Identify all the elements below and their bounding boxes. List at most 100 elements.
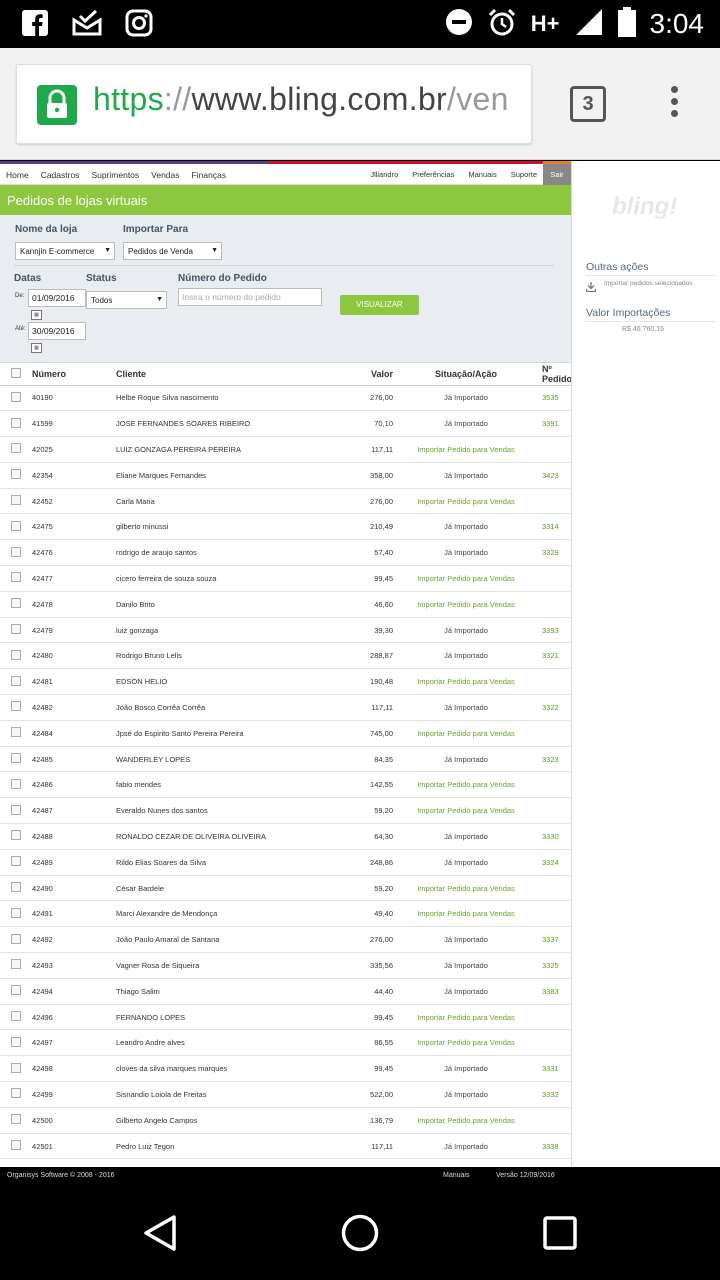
date-to-input[interactable]: 30/09/2016	[28, 322, 86, 340]
row-checkbox[interactable]	[11, 469, 21, 480]
customer-name: cloves da silva marques marques	[116, 1055, 326, 1083]
order-number: 42501	[30, 1133, 116, 1160]
sales-order-link[interactable]: 3322	[536, 694, 571, 721]
back-icon[interactable]	[140, 1213, 180, 1253]
row-checkbox[interactable]	[11, 649, 21, 660]
sales-order-link[interactable]: 3325	[536, 952, 571, 979]
row-checkbox[interactable]	[11, 778, 21, 789]
url-bar[interactable]: https://www.bling.com.br/ven	[16, 64, 532, 144]
order-number-label: Número do Pedido	[178, 273, 267, 284]
import-order-link[interactable]: Importar Pedido para Vendas	[396, 771, 536, 799]
row-checkbox[interactable]	[11, 572, 21, 583]
sales-order-link[interactable]: 3332	[536, 1081, 571, 1108]
sales-order-link[interactable]: 3329	[536, 539, 571, 567]
import-order-link[interactable]: Importar Pedido para Vendas	[396, 591, 536, 618]
col-pedido[interactable]: Nº Pedido	[536, 363, 571, 386]
row-checkbox[interactable]	[11, 624, 21, 635]
import-order-link[interactable]: Importar Pedido para Vendas	[396, 488, 536, 515]
row-checkbox[interactable]	[11, 1114, 21, 1125]
calendar-icon[interactable]: ▦	[31, 310, 42, 320]
row-checkbox[interactable]	[11, 701, 21, 712]
import-order-link[interactable]: Importar Pedido para Vendas	[396, 900, 536, 928]
row-checkbox[interactable]	[11, 1140, 21, 1150]
col-situacao[interactable]: Situação/Ação	[396, 363, 536, 386]
import-order-link[interactable]: Importar Pedido para Vendas	[396, 875, 536, 902]
sales-order-link[interactable]: 3331	[536, 1055, 571, 1083]
store-select[interactable]: Kannjin E-commerce ▼	[15, 242, 115, 260]
recents-icon[interactable]	[540, 1213, 580, 1253]
sales-order-link[interactable]: 3423	[536, 462, 571, 489]
import-value: R$ 46.760,16	[622, 326, 665, 333]
sales-order-link[interactable]: 3314	[536, 513, 571, 541]
row-checkbox[interactable]	[11, 882, 21, 893]
sales-order-link[interactable]: 3393	[536, 617, 571, 644]
row-checkbox[interactable]	[11, 907, 21, 918]
nav-link-right-0[interactable]: Jlliandro	[370, 170, 398, 179]
row-checkbox[interactable]	[11, 520, 21, 531]
browser-menu-icon[interactable]	[664, 86, 684, 122]
col-valor[interactable]: Valor	[326, 363, 396, 386]
row-checkbox[interactable]	[11, 856, 21, 867]
row-checkbox[interactable]	[11, 985, 21, 996]
sales-order-link[interactable]: 3324	[536, 849, 571, 876]
row-checkbox[interactable]	[11, 727, 21, 738]
row-checkbox[interactable]	[11, 495, 21, 506]
import-order-link[interactable]: Importar Pedido para Vendas	[396, 668, 536, 696]
sales-order-link[interactable]: 3383	[536, 978, 571, 1005]
row-checkbox[interactable]	[11, 830, 21, 841]
select-all-checkbox[interactable]	[11, 367, 21, 378]
import-order-link[interactable]: Importar Pedido para Vendas	[396, 720, 536, 747]
customer-name: João Bosco Corrêa Corrêa	[116, 694, 326, 721]
row-checkbox[interactable]	[11, 1088, 21, 1099]
import-order-link[interactable]: Importar Pedido para Vendas	[396, 436, 536, 463]
col-numero[interactable]: Número	[30, 363, 116, 386]
nav-link-3[interactable]: Vendas	[151, 170, 179, 180]
sales-order-link[interactable]: 3337	[536, 926, 571, 954]
nav-link-right-2[interactable]: Manuais	[468, 170, 496, 179]
row-checkbox[interactable]	[11, 443, 21, 454]
sales-order-link[interactable]: 3535	[536, 385, 571, 412]
sales-order-link[interactable]: 3321	[536, 642, 571, 670]
nav-link-0[interactable]: Home	[6, 170, 29, 180]
import-order-link[interactable]: Importar Pedido para Vendas	[396, 1004, 536, 1031]
date-from-input[interactable]: 01/09/2016	[28, 289, 86, 307]
sales-order-link[interactable]: 3338	[536, 1133, 571, 1160]
row-checkbox[interactable]	[11, 546, 21, 557]
home-icon[interactable]	[340, 1213, 380, 1253]
sales-order-link[interactable]: 3323	[536, 746, 571, 773]
nav-link-2[interactable]: Suprimentos	[91, 170, 139, 180]
import-to-select[interactable]: Pedidos de Venda ▼	[123, 242, 222, 260]
row-checkbox[interactable]	[11, 959, 21, 970]
table-row: 40190 Helbe Roque Silva nascimento 276,00 J…	[0, 385, 571, 412]
row-checkbox[interactable]	[11, 1062, 21, 1073]
calendar-icon[interactable]: ▦	[31, 343, 42, 353]
sales-order-link[interactable]: 3391	[536, 410, 571, 438]
sales-order-link[interactable]: 3330	[536, 823, 571, 850]
row-checkbox[interactable]	[11, 804, 21, 815]
tab-switcher-button[interactable]: 3	[570, 86, 606, 122]
import-order-link[interactable]: Importar Pedido para Vendas	[396, 1029, 536, 1057]
row-checkbox[interactable]	[11, 1036, 21, 1047]
order-number-input[interactable]: Insira o número do pedido	[178, 288, 322, 306]
col-cliente[interactable]: Cliente	[116, 363, 326, 386]
import-order-link[interactable]: Importar Pedido para Vendas	[396, 565, 536, 592]
import-selected-link[interactable]: Importar pedidos selecionados	[585, 279, 720, 293]
row-checkbox[interactable]	[11, 675, 21, 686]
row-checkbox[interactable]	[11, 1011, 21, 1022]
nav-link-1[interactable]: Cadastros	[41, 170, 80, 180]
manuals-link[interactable]: Manuais	[443, 1172, 469, 1179]
row-checkbox[interactable]	[11, 598, 21, 609]
import-order-link[interactable]: Importar Pedido para Vendas	[396, 1107, 536, 1134]
status-select[interactable]: Todos ▼	[86, 291, 167, 309]
row-checkbox[interactable]	[11, 933, 21, 944]
visualize-button[interactable]: VISUALIZAR	[340, 295, 419, 315]
row-checkbox[interactable]	[11, 391, 21, 402]
nav-link-4[interactable]: Finanças	[192, 170, 227, 180]
logout-button[interactable]: Sair	[543, 164, 571, 185]
nav-link-right-1[interactable]: Preferências	[412, 170, 454, 179]
import-order-link[interactable]: Importar Pedido para Vendas	[396, 797, 536, 825]
row-checkbox[interactable]	[11, 417, 21, 428]
status-imported: Já Importado	[396, 746, 536, 773]
row-checkbox[interactable]	[11, 753, 21, 764]
nav-link-right-3[interactable]: Suporte	[511, 170, 537, 179]
